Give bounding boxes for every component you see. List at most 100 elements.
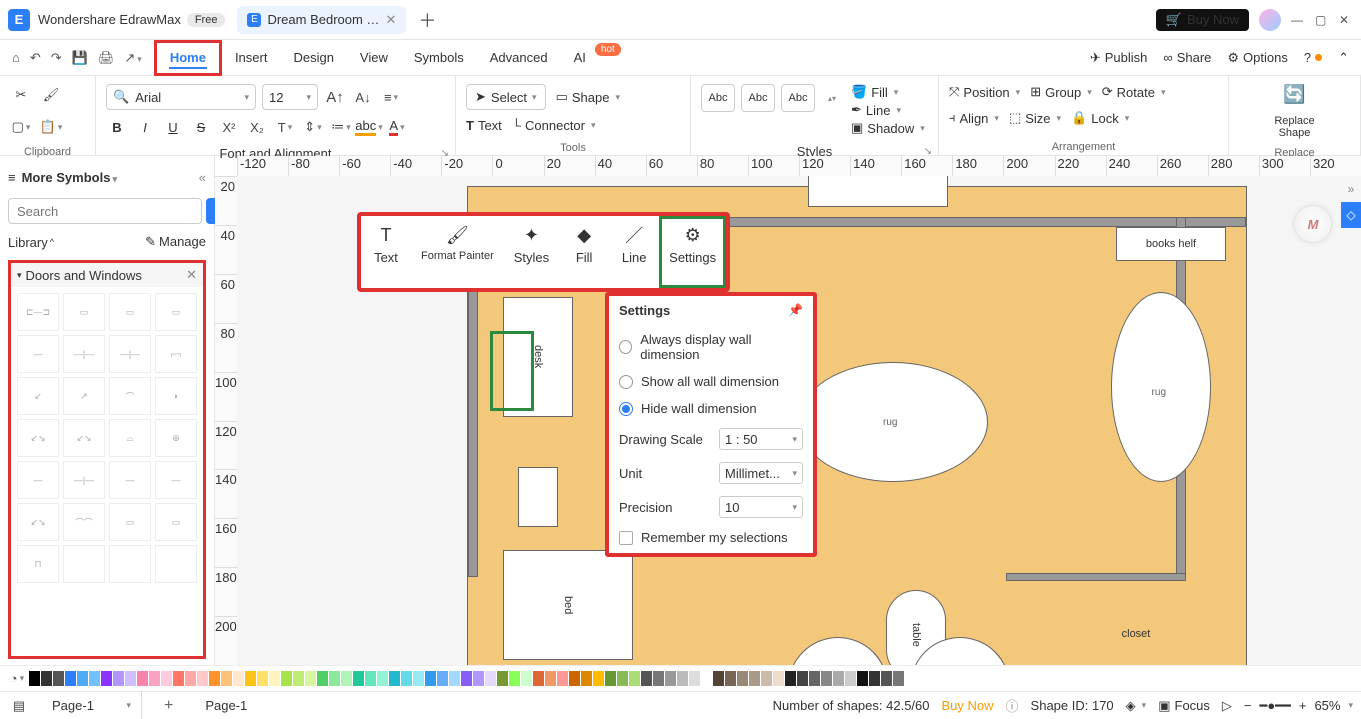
- manage-button[interactable]: ✎Manage: [145, 234, 206, 250]
- color-swatch[interactable]: [869, 671, 880, 686]
- home-icon[interactable]: ⌂: [12, 50, 20, 65]
- text-button[interactable]: TText: [466, 118, 502, 133]
- shape-stencil[interactable]: ▭: [63, 293, 105, 331]
- subscript-icon[interactable]: X₂: [246, 116, 268, 138]
- case-icon[interactable]: T: [274, 116, 296, 138]
- color-swatch[interactable]: [665, 671, 676, 686]
- color-swatch[interactable]: [833, 671, 844, 686]
- color-swatch[interactable]: [569, 671, 580, 686]
- library-up-icon[interactable]: ^: [50, 237, 54, 247]
- pin-icon[interactable]: 📌: [788, 303, 803, 317]
- color-swatch[interactable]: [653, 671, 664, 686]
- layers-button[interactable]: ◈: [1126, 698, 1147, 714]
- color-swatch[interactable]: [761, 671, 772, 686]
- sheets-icon[interactable]: ▤: [8, 695, 30, 717]
- color-swatch[interactable]: [425, 671, 436, 686]
- underline-icon[interactable]: U: [162, 116, 184, 138]
- replace-shape-icon[interactable]: 🔄: [1283, 84, 1305, 105]
- shape-stencil[interactable]: ↙: [17, 377, 59, 415]
- menu-tab-ai[interactable]: AI: [561, 40, 599, 75]
- sheet-tab[interactable]: Page-1▾: [42, 692, 142, 719]
- search-input[interactable]: [8, 198, 202, 224]
- shape-stencil[interactable]: —: [155, 461, 197, 499]
- color-swatch[interactable]: [449, 671, 460, 686]
- color-swatch[interactable]: [161, 671, 172, 686]
- color-swatch[interactable]: [629, 671, 640, 686]
- superscript-icon[interactable]: X²: [218, 116, 240, 138]
- color-swatch[interactable]: [821, 671, 832, 686]
- font-size-select[interactable]: 12▾: [262, 84, 318, 110]
- color-swatch[interactable]: [173, 671, 184, 686]
- focus-button[interactable]: ▣Focus: [1158, 698, 1210, 714]
- format-painter-icon[interactable]: 🖌: [40, 84, 62, 106]
- color-swatch[interactable]: [701, 671, 712, 686]
- buy-now-status[interactable]: Buy Now: [942, 698, 994, 713]
- menu-tab-view[interactable]: View: [347, 40, 401, 75]
- paste-icon[interactable]: 📋: [40, 116, 62, 138]
- color-swatch[interactable]: [689, 671, 700, 686]
- color-swatch[interactable]: [125, 671, 136, 686]
- color-swatch[interactable]: [725, 671, 736, 686]
- color-swatch[interactable]: [485, 671, 496, 686]
- color-swatch[interactable]: [305, 671, 316, 686]
- radio-always[interactable]: Always display wall dimension: [619, 332, 803, 362]
- share-button[interactable]: ∞Share: [1163, 50, 1211, 65]
- color-swatch[interactable]: [473, 671, 484, 686]
- scale-select[interactable]: 1 : 50▾: [719, 428, 803, 450]
- color-swatch[interactable]: [893, 671, 904, 686]
- shape-stencil[interactable]: —: [17, 335, 59, 373]
- save-icon[interactable]: 💾: [72, 50, 88, 66]
- color-swatch[interactable]: [329, 671, 340, 686]
- color-swatch[interactable]: [797, 671, 808, 686]
- align-para-icon[interactable]: ≡: [380, 86, 402, 108]
- color-swatch[interactable]: [857, 671, 868, 686]
- color-swatch[interactable]: [785, 671, 796, 686]
- italic-icon[interactable]: I: [134, 116, 156, 138]
- color-swatch[interactable]: [293, 671, 304, 686]
- lock-button[interactable]: 🔒Lock: [1071, 110, 1129, 126]
- color-swatch[interactable]: [209, 671, 220, 686]
- zoom-drop-icon[interactable]: ▾: [1348, 700, 1353, 711]
- font-select[interactable]: 🔍Arial▾: [106, 84, 256, 110]
- shape-stencil[interactable]: [63, 545, 105, 583]
- menu-tab-advanced[interactable]: Advanced: [477, 40, 561, 75]
- color-swatch[interactable]: [401, 671, 412, 686]
- shape-stencil[interactable]: ↙↘: [17, 503, 59, 541]
- shape-stencil[interactable]: ▭: [155, 293, 197, 331]
- export-icon[interactable]: ↗: [124, 50, 141, 66]
- chevron-down-icon[interactable]: ▾: [17, 270, 22, 281]
- ctx-format-painter[interactable]: 🖌Format Painter: [411, 216, 504, 288]
- highlight-icon[interactable]: abc: [358, 116, 380, 138]
- ai-assistant-button[interactable]: M: [1295, 206, 1331, 242]
- close-icon[interactable]: ✕: [1339, 13, 1353, 27]
- radio-showall[interactable]: Show all wall dimension: [619, 374, 803, 389]
- color-swatch[interactable]: [749, 671, 760, 686]
- line-button[interactable]: ✒Line: [851, 102, 925, 118]
- help-button[interactable]: ?: [1304, 50, 1322, 65]
- bed[interactable]: bed: [503, 550, 633, 660]
- color-swatch[interactable]: [677, 671, 688, 686]
- add-sheet-button[interactable]: +: [154, 697, 183, 715]
- shape-stencil[interactable]: ⊓: [17, 545, 59, 583]
- color-swatch[interactable]: [113, 671, 124, 686]
- color-swatch[interactable]: [557, 671, 568, 686]
- color-swatch[interactable]: [29, 671, 40, 686]
- remember-checkbox[interactable]: Remember my selections: [619, 530, 803, 545]
- ctx-text[interactable]: TText: [361, 216, 411, 288]
- shape-stencil[interactable]: ▭: [109, 293, 151, 331]
- shape-stencil[interactable]: [109, 545, 151, 583]
- minimize-icon[interactable]: —: [1291, 13, 1305, 27]
- copy-icon[interactable]: ▢: [10, 116, 32, 138]
- close-tab-icon[interactable]: ✕: [385, 12, 396, 28]
- shape-stencil[interactable]: ↗: [63, 377, 105, 415]
- shape-stencil[interactable]: [155, 545, 197, 583]
- color-swatch[interactable]: [149, 671, 160, 686]
- strike-icon[interactable]: S: [190, 116, 212, 138]
- ctx-styles[interactable]: ✦Styles: [504, 216, 559, 288]
- undo-icon[interactable]: ↶: [30, 50, 41, 66]
- shape-stencil[interactable]: —|—: [63, 461, 105, 499]
- color-swatch[interactable]: [269, 671, 280, 686]
- active-sheet-tab[interactable]: Page-1: [195, 692, 295, 719]
- maximize-icon[interactable]: ▢: [1315, 13, 1329, 27]
- color-swatch[interactable]: [509, 671, 520, 686]
